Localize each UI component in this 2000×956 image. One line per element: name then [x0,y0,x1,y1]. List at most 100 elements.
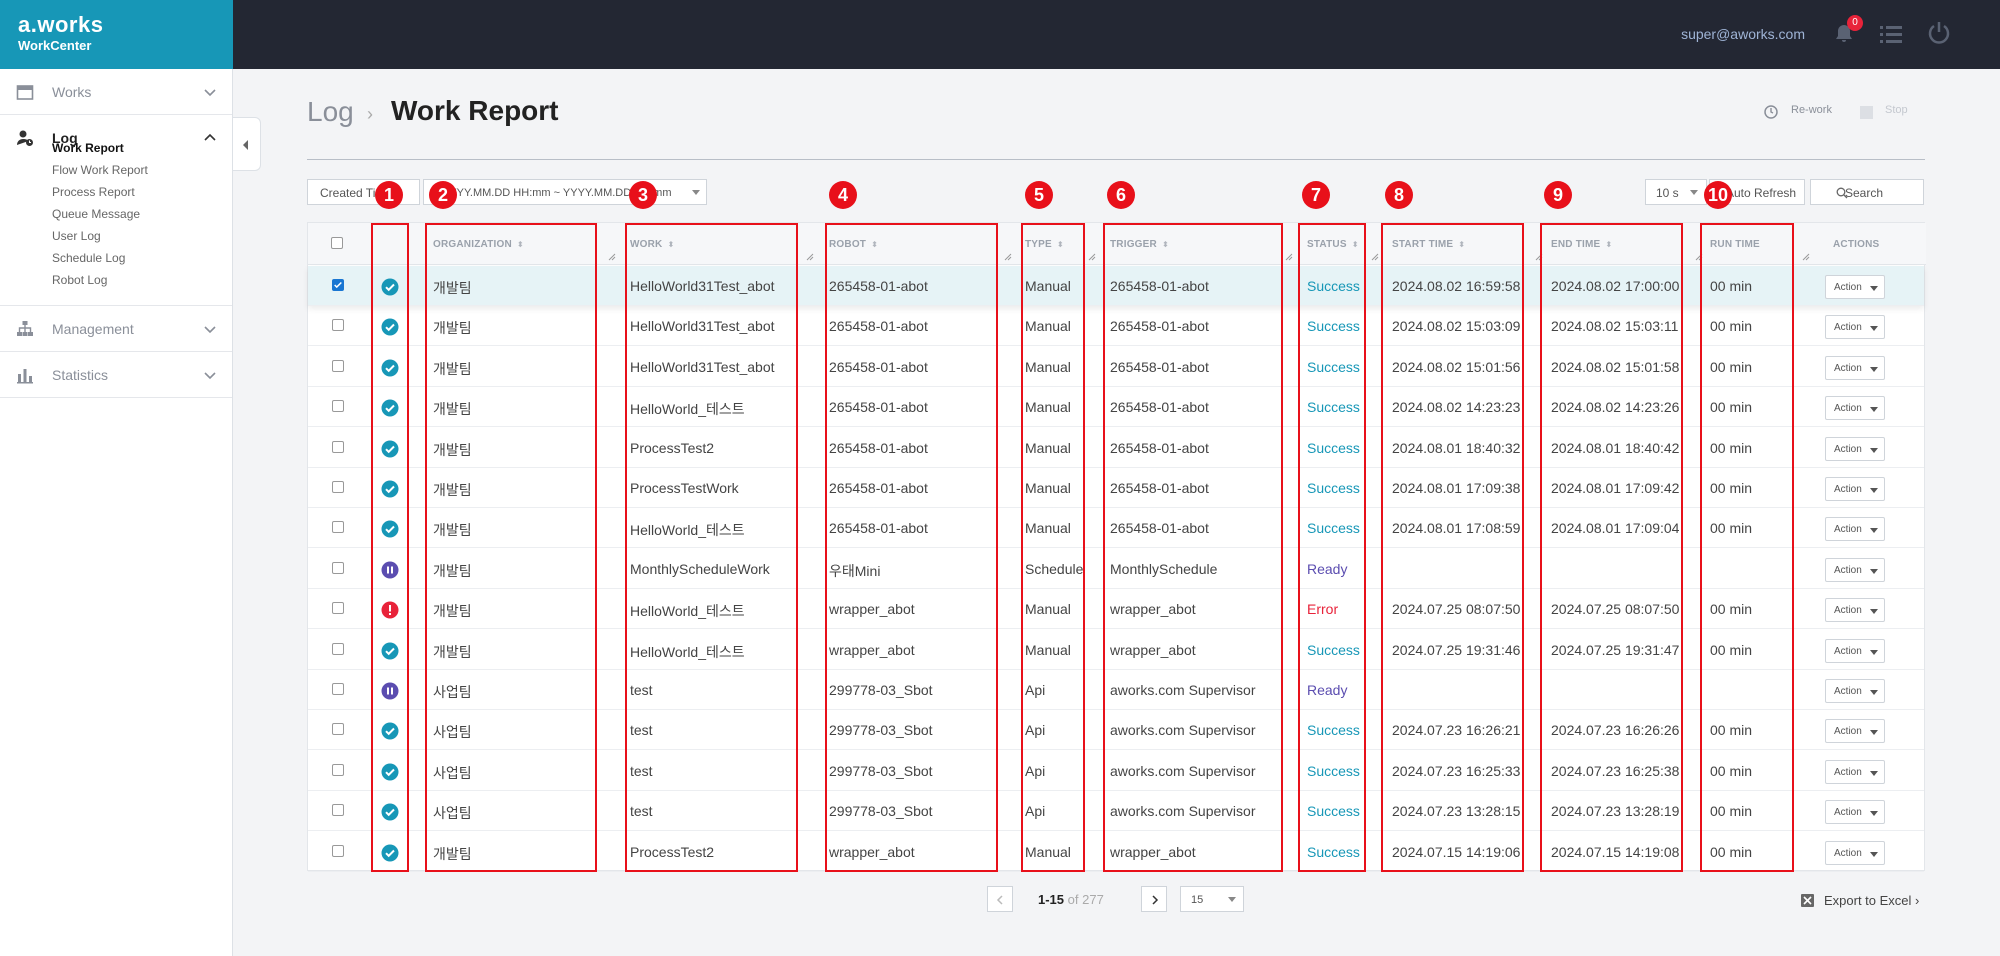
annotation-number: 9 [1544,181,1572,209]
rework-icon[interactable] [1763,104,1779,120]
resize-grip-icon[interactable] [1285,253,1293,261]
date-field-select[interactable]: Created Time [307,179,420,205]
action-dropdown-button[interactable]: Action [1825,517,1885,542]
row-checkbox[interactable] [332,844,344,857]
row-checkbox[interactable] [332,319,344,332]
chevron-down-icon [1870,528,1878,534]
brand-subtitle: WorkCenter [18,38,92,53]
resize-grip-icon[interactable] [1088,253,1096,261]
sidebar-sub-queue-message[interactable]: Queue Message [52,207,140,221]
action-dropdown-button[interactable]: Action [1825,396,1885,421]
brand-block[interactable]: a.works WorkCenter [0,0,233,69]
annotation-box [825,223,998,872]
annotation-number: 5 [1025,181,1053,209]
row-checkbox[interactable] [332,642,344,655]
chevron-down-icon [1228,897,1236,902]
row-checkbox[interactable] [332,723,344,736]
annotation-box [1021,223,1085,872]
chevron-down-icon [1870,730,1878,736]
action-dropdown-button[interactable]: Action [1825,275,1885,299]
sidebar-item-statistics[interactable]: Statistics [0,352,232,398]
sidebar-item-label: Management [52,321,134,337]
action-dropdown-button[interactable]: Action [1825,598,1885,623]
calendar-icon [16,85,34,100]
row-checkbox[interactable] [332,440,344,453]
sidebar-sub-work-report[interactable]: Work Report [52,141,124,155]
bar-chart-icon [17,369,33,384]
action-dropdown-button[interactable]: Action [1825,315,1885,340]
rework-button[interactable]: Re-work [1791,104,1832,116]
resize-grip-icon[interactable] [608,253,616,261]
row-checkbox[interactable] [332,521,344,534]
notification-badge: 0 [1847,15,1863,31]
action-dropdown-button[interactable]: Action [1825,477,1885,501]
annotation-box [1103,223,1283,872]
search-button[interactable]: Search [1810,179,1924,205]
sidebar-sub-flow-work-report[interactable]: Flow Work Report [52,163,148,177]
row-checkbox[interactable] [332,400,344,413]
row-checkbox[interactable] [332,359,344,372]
action-dropdown-button[interactable]: Action [1825,759,1885,784]
sidebar-sub-process-report[interactable]: Process Report [52,185,135,199]
annotation-number: 1 [375,181,403,209]
annotation-number: 7 [1302,181,1330,209]
page-range: 1-15 [1038,892,1065,907]
sidebar-item-works[interactable]: Works [0,69,232,115]
chevron-down-icon [1870,770,1878,776]
action-label: Action [1834,726,1862,738]
action-label: Action [1834,807,1862,819]
export-to-excel-link[interactable]: Export to Excel › [1824,893,1919,908]
action-label: Action [1834,766,1862,778]
action-dropdown-button[interactable]: Action [1825,800,1885,825]
sidebar-item-label: Statistics [52,367,109,383]
action-dropdown-button[interactable]: Action [1825,679,1885,703]
chevron-down-icon [1870,447,1878,453]
row-checkbox[interactable] [332,683,344,695]
list-icon[interactable] [1878,22,1904,46]
action-dropdown-button[interactable]: Action [1825,840,1885,865]
action-dropdown-button[interactable]: Action [1825,638,1885,663]
breadcrumb-parent[interactable]: Log [307,96,354,128]
sidebar-sub-schedule-log[interactable]: Schedule Log [52,251,125,265]
resize-grip-icon[interactable] [806,253,814,261]
select-all-checkbox[interactable] [331,237,343,249]
stop-button[interactable]: Stop [1885,104,1908,116]
next-page-button[interactable] [1141,886,1167,912]
date-range-input[interactable]: YYYY.MM.DD HH:mm ~ YYYY.MM.DD HH:mm [423,179,707,205]
action-label: Action [1834,847,1862,859]
chevron-down-icon [1870,407,1878,413]
row-checkbox[interactable] [332,763,344,776]
action-label: Action [1834,322,1862,334]
sidebar-collapse-button[interactable] [233,117,261,171]
chevron-right-icon [1152,895,1159,905]
action-dropdown-button[interactable]: Action [1825,436,1885,461]
sidebar-sub-user-log[interactable]: User Log [52,229,101,243]
brand-logo: a.works [18,12,104,37]
row-checkbox[interactable] [332,279,344,291]
user-log-icon [17,130,33,146]
chevron-up-icon [204,133,216,141]
action-label: Action [1834,605,1862,617]
top-bar: a.works WorkCenter super@aworks.com 0 [0,0,2000,69]
row-checkbox[interactable] [332,804,344,817]
annotation-box [1540,223,1683,872]
action-dropdown-button[interactable]: Action [1825,719,1885,744]
annotation-box [1381,223,1524,872]
resize-grip-icon[interactable] [1004,253,1012,261]
annotation-box [425,223,597,872]
stop-icon [1860,106,1873,119]
power-icon[interactable] [1926,20,1952,46]
action-dropdown-button[interactable]: Action [1825,355,1885,380]
action-dropdown-button[interactable]: Action [1825,557,1885,582]
sidebar-item-management[interactable]: Management [0,306,232,352]
row-checkbox[interactable] [332,481,344,493]
sidebar-sub-robot-log[interactable]: Robot Log [52,273,107,287]
resize-grip-icon[interactable] [1371,253,1379,261]
row-checkbox[interactable] [332,561,344,574]
page-of-label: of [1067,892,1079,907]
action-label: Action [1834,564,1862,576]
resize-grip-icon[interactable] [1802,253,1810,261]
user-email[interactable]: super@aworks.com [1681,26,1805,42]
row-checkbox[interactable] [332,602,344,615]
prev-page-button[interactable] [987,886,1013,912]
